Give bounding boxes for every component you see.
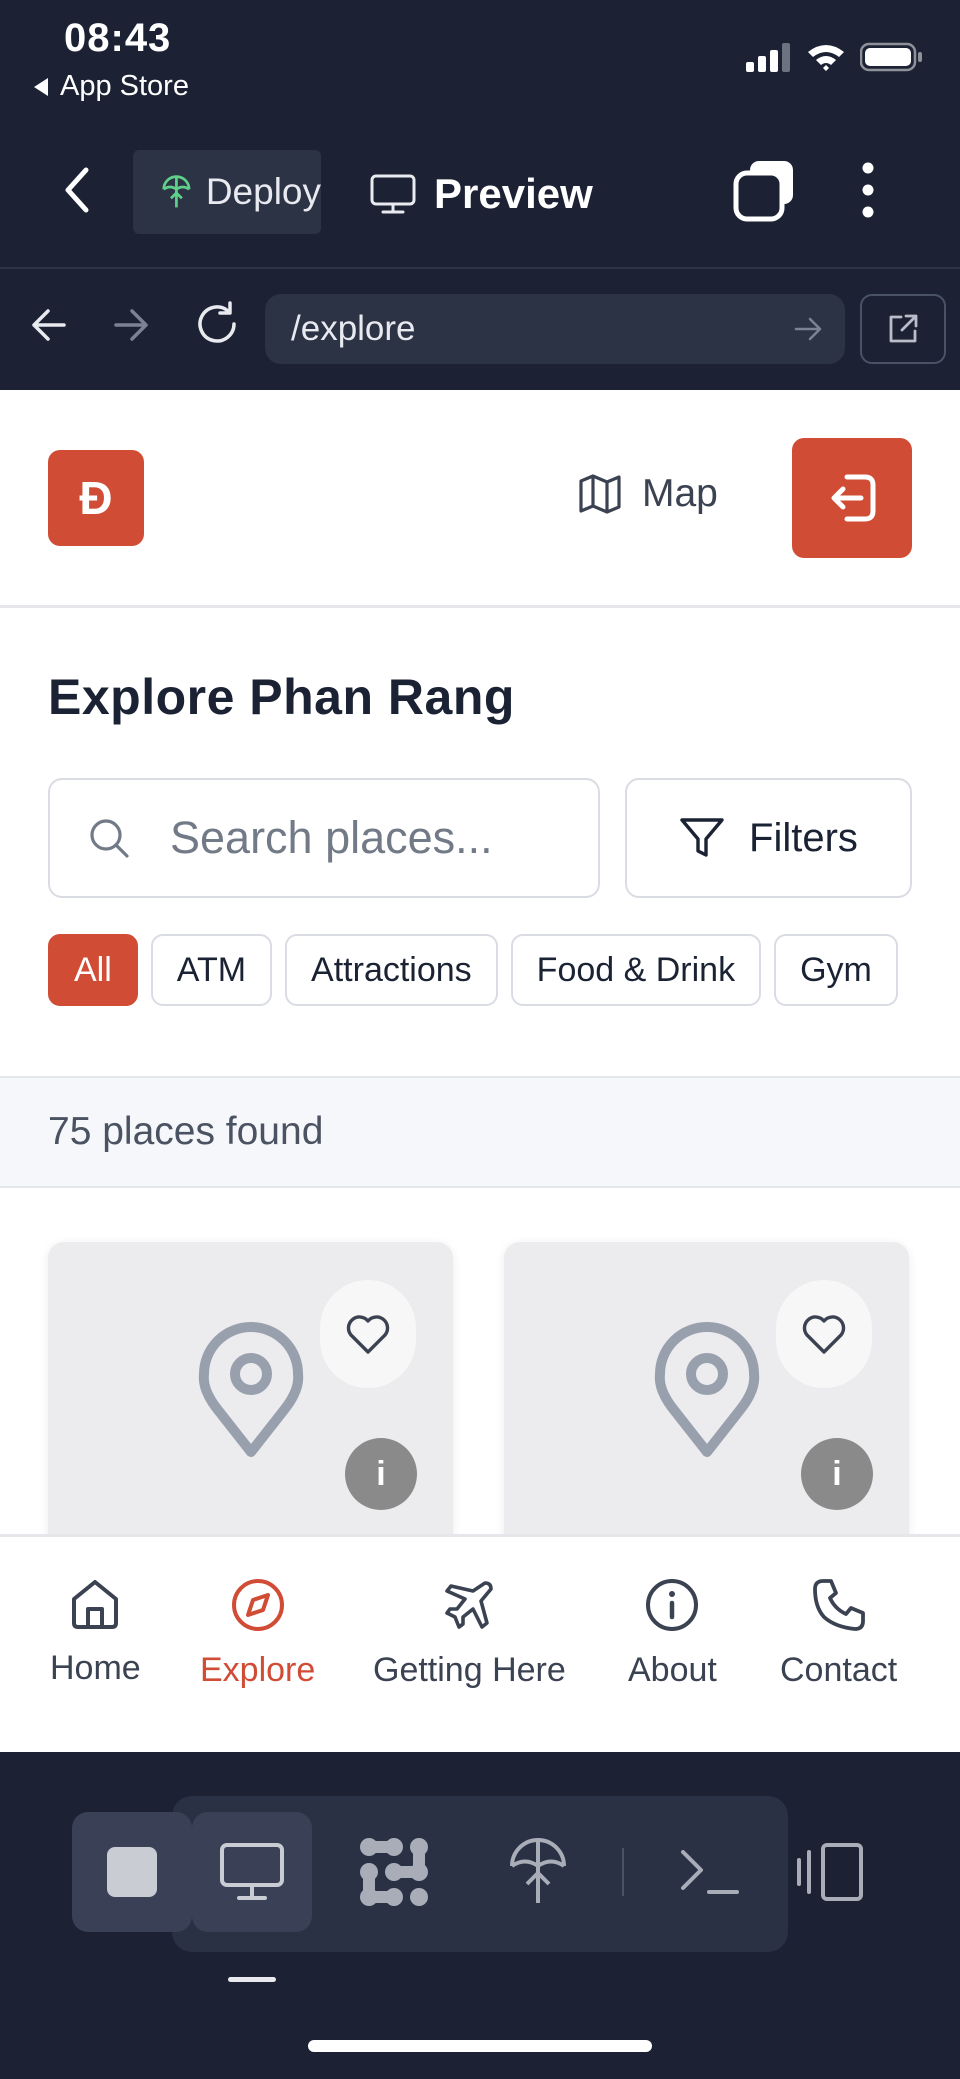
- compass-icon: [231, 1579, 284, 1631]
- logout-button[interactable]: [792, 438, 912, 558]
- tabs-switcher-button[interactable]: [732, 158, 796, 222]
- ide-dock: [0, 1752, 960, 2079]
- back-triangle-icon: [34, 77, 48, 96]
- filters-label: Filters: [749, 815, 858, 860]
- nav-item-getting-here[interactable]: Getting Here: [373, 1577, 566, 1690]
- results-count: 75 places found: [0, 1076, 960, 1188]
- integrations-button[interactable]: [334, 1812, 454, 1932]
- phone-icon: [812, 1579, 865, 1631]
- map-pin-icon: [654, 1322, 760, 1457]
- deploy-icon: [510, 1838, 566, 1903]
- dock-separator: [622, 1848, 624, 1896]
- filter-icon: [680, 818, 724, 857]
- ide-toolbar: Deploy Preview: [0, 130, 960, 260]
- copy-icon: [733, 161, 793, 222]
- monitor-icon: [370, 174, 416, 214]
- nav-item-about-label: About: [628, 1651, 717, 1689]
- stop-icon: [107, 1847, 157, 1897]
- map-link-label: Map: [642, 472, 718, 515]
- reload-button[interactable]: [194, 301, 240, 347]
- chevron-left-icon: [65, 167, 89, 213]
- filters-button[interactable]: Filters: [625, 778, 912, 898]
- info-button[interactable]: i: [345, 1438, 417, 1510]
- url-text: /explore: [291, 309, 416, 348]
- monitor-icon: [220, 1843, 284, 1900]
- active-indicator: [228, 1977, 276, 1982]
- page-title: Explore Phan Rang: [48, 669, 515, 725]
- home-indicator: [308, 2040, 652, 2052]
- map-link[interactable]: Map: [578, 472, 718, 516]
- favorite-button[interactable]: [320, 1280, 416, 1388]
- nav-item-home[interactable]: Home: [50, 1577, 141, 1688]
- bottom-nav: Home Explore Getting Here About Contact: [0, 1534, 960, 1752]
- terminal-icon: [681, 1850, 739, 1894]
- nav-item-about[interactable]: About: [628, 1577, 717, 1690]
- nav-item-explore-label: Explore: [200, 1651, 316, 1689]
- logout-icon: [831, 474, 876, 522]
- site-header: Đ Map: [0, 390, 960, 608]
- clock: 08:43: [64, 16, 172, 60]
- deploy-icon: [162, 175, 191, 208]
- tab-deploy-label: Deploy: [205, 171, 321, 212]
- map-icon: [579, 474, 621, 514]
- more-menu-button[interactable]: [860, 162, 876, 218]
- nav-item-home-label: Home: [50, 1649, 141, 1687]
- arrow-right-icon: [114, 309, 148, 341]
- back-button[interactable]: [62, 166, 92, 214]
- device-frame-icon: [797, 1843, 863, 1901]
- battery-icon: [860, 42, 922, 72]
- place-card[interactable]: i: [48, 1242, 453, 1572]
- deploy-panel-button[interactable]: [478, 1812, 598, 1932]
- reload-icon: [198, 301, 236, 343]
- back-to-app-label: App Store: [60, 70, 189, 102]
- stop-button[interactable]: [72, 1812, 192, 1932]
- terminal-button[interactable]: [650, 1812, 770, 1932]
- nav-item-contact-label: Contact: [780, 1651, 898, 1689]
- category-chip-gym[interactable]: Gym: [774, 934, 898, 1006]
- external-link-icon: [889, 314, 918, 343]
- category-chip-attractions[interactable]: Attractions: [285, 934, 498, 1006]
- site-logo[interactable]: Đ: [48, 450, 144, 546]
- browser-back-button[interactable]: [30, 305, 68, 345]
- web-preview: Đ Map Explore Phan Rang Filters A: [0, 390, 960, 1752]
- category-chip-all[interactable]: All: [48, 934, 138, 1006]
- arrow-left-icon: [32, 309, 66, 341]
- go-arrow-icon[interactable]: [793, 314, 823, 344]
- open-external-button[interactable]: [860, 294, 946, 364]
- back-to-app-link[interactable]: App Store: [32, 70, 189, 103]
- apps-grid-icon: [360, 1838, 428, 1906]
- tab-preview-label: Preview: [434, 170, 593, 217]
- search-field[interactable]: [48, 778, 600, 898]
- wifi-icon: [808, 45, 844, 71]
- home-icon: [72, 1580, 119, 1629]
- url-input[interactable]: /explore: [265, 294, 845, 364]
- favorite-button[interactable]: [776, 1280, 872, 1388]
- search-icon: [90, 819, 129, 858]
- place-card[interactable]: i: [504, 1242, 909, 1572]
- info-button[interactable]: i: [801, 1438, 873, 1510]
- heart-icon: [346, 1315, 390, 1354]
- status-bar: 08:43 App Store: [0, 0, 960, 120]
- info-icon: [646, 1579, 699, 1631]
- category-chip-atm[interactable]: ATM: [150, 934, 273, 1006]
- preview-panel-button[interactable]: [192, 1812, 312, 1932]
- nav-item-contact[interactable]: Contact: [780, 1577, 897, 1690]
- url-bar: /explore: [0, 270, 960, 388]
- results-count-text: 75 places found: [48, 1110, 324, 1153]
- nav-item-explore[interactable]: Explore: [200, 1577, 315, 1690]
- browser-forward-button[interactable]: [112, 305, 150, 345]
- device-frame-button[interactable]: [770, 1812, 890, 1932]
- more-vertical-icon: [862, 162, 874, 218]
- nav-item-getting-here-label: Getting Here: [373, 1651, 566, 1689]
- category-chips: All ATM Attractions Food & Drink Gym: [48, 934, 912, 1008]
- cellular-signal-icon: [746, 43, 790, 72]
- heart-icon: [802, 1315, 846, 1354]
- plane-icon: [445, 1581, 494, 1629]
- tab-preview[interactable]: Preview: [370, 170, 593, 218]
- search-input[interactable]: [170, 812, 570, 864]
- tab-deploy[interactable]: Deploy: [133, 150, 321, 234]
- map-pin-icon: [198, 1322, 304, 1457]
- toolbar-divider: [0, 267, 960, 269]
- category-chip-food-drink[interactable]: Food & Drink: [510, 934, 762, 1006]
